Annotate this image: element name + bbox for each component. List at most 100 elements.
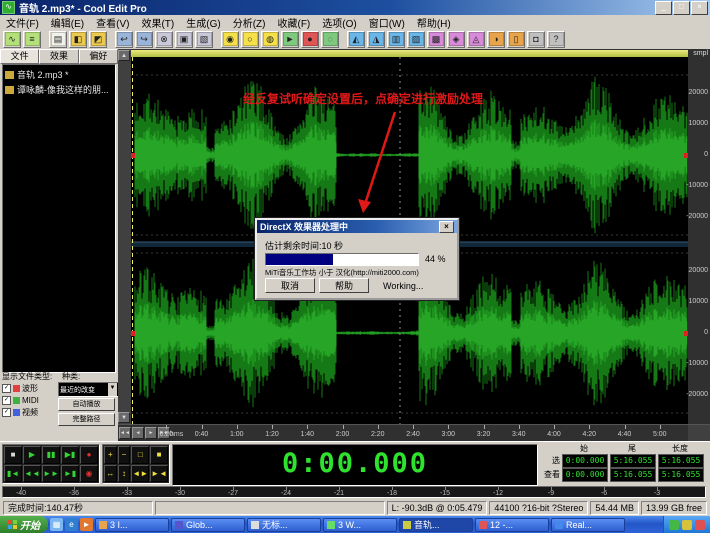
cue-list-button[interactable]: ▯	[507, 31, 525, 48]
convert-sample-type-button[interactable]: ◑	[487, 31, 505, 48]
time-value-cell[interactable]: 5:16.055	[658, 454, 704, 468]
zoom-selection-button[interactable]: ◍	[261, 31, 279, 48]
time-ruler[interactable]: ◄◄◄►►► hms 0:200:401:001:201:402:002:202…	[118, 424, 688, 442]
record-button[interactable]: ●	[301, 31, 319, 48]
zoom-button-2[interactable]: □	[131, 446, 149, 464]
internet-explorer-icon[interactable]: e	[65, 518, 78, 531]
time-value-cell[interactable]: 5:16.055	[658, 468, 704, 482]
transport-button-7[interactable]: ►►	[42, 465, 60, 483]
zoom-button-1[interactable]: −	[118, 446, 131, 464]
taskbar-task-5[interactable]: 12 -...	[475, 518, 549, 532]
amplify-effect-button[interactable]: ◭	[347, 31, 365, 48]
time-value-cell[interactable]: 0:00.000	[562, 454, 608, 468]
menu-item-9[interactable]: 帮助(H)	[411, 15, 457, 30]
transport-button-3[interactable]: ▶▮	[61, 446, 79, 464]
settings-button[interactable]: ◘	[527, 31, 545, 48]
cut-button[interactable]: ⊗	[155, 31, 173, 48]
scroll-down-button[interactable]: ▼	[118, 412, 130, 423]
open-file-button[interactable]: ◧	[69, 31, 87, 48]
menu-item-8[interactable]: 窗口(W)	[363, 15, 411, 30]
zoom-out-button[interactable]: ○	[241, 31, 259, 48]
normalize-button[interactable]: ◈	[447, 31, 465, 48]
menu-item-6[interactable]: 收藏(F)	[271, 15, 316, 30]
zoom-button-7[interactable]: ►◄	[150, 465, 168, 483]
transport-button-4[interactable]: ●	[80, 446, 98, 464]
zoom-button-6[interactable]: ◄►	[131, 465, 149, 483]
taskbar-task-1[interactable]: Glob...	[171, 518, 245, 532]
tab-favorites[interactable]: 偏好	[79, 49, 118, 64]
transport-button-5[interactable]: ▮◄	[4, 465, 22, 483]
taskbar-task-6[interactable]: Real...	[551, 518, 625, 532]
file-type-checkbox[interactable]: ✓	[2, 408, 11, 417]
taskbar-task-4[interactable]: 音轨...	[399, 518, 473, 532]
time-value-cell[interactable]: 5:16.055	[610, 454, 656, 468]
transport-button-9[interactable]: ◉	[80, 465, 98, 483]
sound-tray-icon[interactable]	[682, 520, 692, 530]
help-button[interactable]: 帮助	[319, 278, 369, 293]
transport-button-1[interactable]: ▶	[23, 446, 41, 464]
file-list-item-1[interactable]: 谭咏麟-像我这样的朋...	[3, 82, 115, 97]
taskbar-task-0[interactable]: 3 I...	[95, 518, 169, 532]
eq-effect-button[interactable]: ▥	[387, 31, 405, 48]
transport-button-6[interactable]: ◄◄	[23, 465, 41, 483]
taskbar-task-3[interactable]: 3 W...	[323, 518, 397, 532]
scroll-up-button[interactable]: ▲	[118, 50, 130, 61]
transport-button-2[interactable]: ▮▮	[42, 446, 60, 464]
antivirus-tray-icon[interactable]	[669, 520, 679, 530]
maximize-button[interactable]: □	[673, 1, 690, 15]
time-value-cell[interactable]: 0:00.000	[562, 468, 608, 482]
timeline-nav-button-0[interactable]: ◄◄	[119, 427, 131, 439]
transport-button-0[interactable]: ■	[4, 446, 22, 464]
open-files-list[interactable]: 音轨 2.mp3 *谭咏麟-像我这样的朋...	[2, 64, 116, 373]
delay-effect-button[interactable]: ◮	[367, 31, 385, 48]
time-display[interactable]: 0:00.000	[172, 444, 538, 486]
sort-dropdown[interactable]: 最近的改变 ▼	[58, 382, 119, 397]
save-file-button[interactable]: ◩	[89, 31, 107, 48]
level-meter[interactable]: -40-36-33-30-27-24-21-18-15-12-9-6-3	[2, 486, 706, 498]
copy-button[interactable]: ▣	[175, 31, 193, 48]
paste-button[interactable]: ▧	[195, 31, 213, 48]
menu-item-4[interactable]: 生成(G)	[180, 15, 226, 30]
zoom-button-5[interactable]: ↕	[118, 465, 131, 483]
ime-tray-icon[interactable]	[695, 520, 705, 530]
menu-item-0[interactable]: 文件(F)	[0, 15, 45, 30]
zoom-button-3[interactable]: ■	[150, 446, 168, 464]
waveform-view-button[interactable]: ∿	[3, 31, 21, 48]
help-button[interactable]: ?	[547, 31, 565, 48]
menu-item-2[interactable]: 查看(V)	[90, 15, 135, 30]
loop-button[interactable]: ◌	[321, 31, 339, 48]
dialog-close-icon[interactable]: ×	[439, 221, 454, 233]
app-icon[interactable]: ∿	[2, 1, 15, 14]
menu-item-1[interactable]: 编辑(E)	[45, 15, 90, 30]
tab-effects[interactable]: 效果	[39, 49, 78, 64]
file-list-item-0[interactable]: 音轨 2.mp3 *	[3, 67, 115, 82]
noise-reduction-button[interactable]: ▩	[427, 31, 445, 48]
reverb-effect-button[interactable]: ▨	[407, 31, 425, 48]
fft-filter-button[interactable]: ◬	[467, 31, 485, 48]
menu-item-7[interactable]: 选项(O)	[316, 15, 362, 30]
file-type-checkbox[interactable]: ✓	[2, 384, 11, 393]
show-desktop-icon[interactable]: ▦	[50, 518, 63, 531]
dialog-titlebar[interactable]: DirectX 效果器处理中 ×	[257, 220, 457, 233]
play-button[interactable]: ►	[281, 31, 299, 48]
menu-item-5[interactable]: 分析(Z)	[227, 15, 272, 30]
media-player-icon[interactable]: ►	[80, 518, 93, 531]
filter-option-button-0[interactable]: 自动播放	[58, 398, 115, 411]
menu-item-3[interactable]: 效果(T)	[135, 15, 180, 30]
timeline-nav-button-2[interactable]: ►	[145, 427, 157, 439]
zoom-in-button[interactable]: ◉	[221, 31, 239, 48]
tab-files[interactable]: 文件	[0, 49, 39, 64]
transport-button-8[interactable]: ►▮	[61, 465, 79, 483]
multitrack-view-button[interactable]: ≡	[23, 31, 41, 48]
time-value-cell[interactable]: 5:16.055	[610, 468, 656, 482]
cancel-button[interactable]: 取消	[265, 278, 315, 293]
taskbar-task-2[interactable]: 无标...	[247, 518, 321, 532]
start-button[interactable]: 开始	[0, 516, 48, 533]
new-file-button[interactable]: ▤	[49, 31, 67, 48]
timeline-nav-button-1[interactable]: ◄	[132, 427, 144, 439]
filter-option-button-1[interactable]: 完整路径	[58, 413, 115, 426]
zoom-button-0[interactable]: +	[104, 446, 117, 464]
undo-button[interactable]: ↩	[115, 31, 133, 48]
file-type-checkbox[interactable]: ✓	[2, 396, 11, 405]
zoom-button-4[interactable]: ↔	[104, 465, 117, 483]
